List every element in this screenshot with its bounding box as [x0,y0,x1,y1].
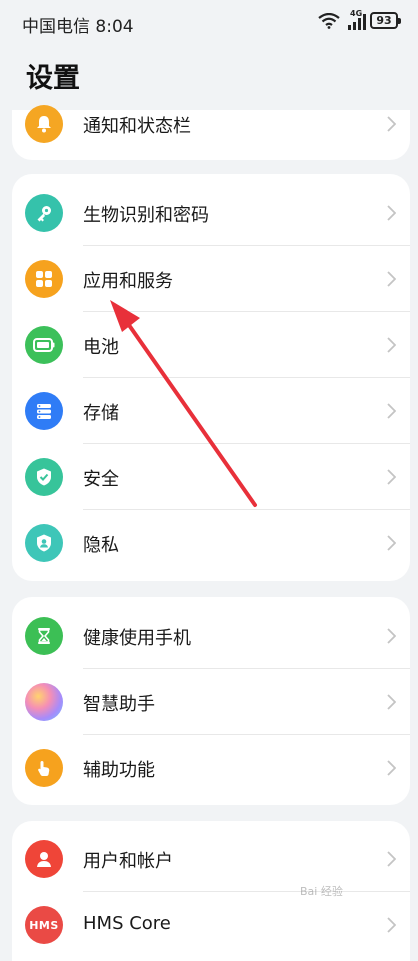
annotation-arrow [110,300,257,507]
watermark-text: Bai 经验 [300,885,343,898]
watermark: Bai 经验 [300,880,343,899]
